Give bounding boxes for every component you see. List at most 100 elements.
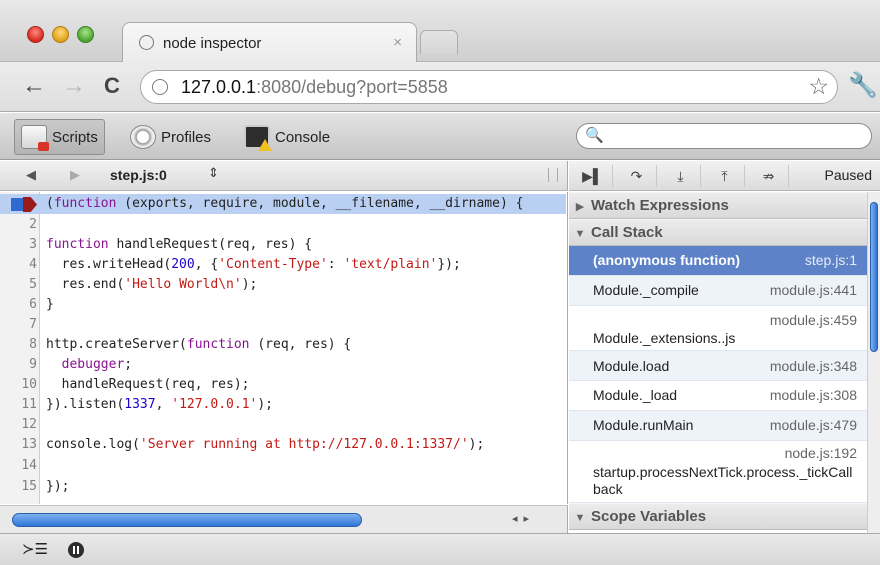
url-text[interactable]: 127.0.0.1:8080/debug?port=5858	[181, 77, 448, 98]
frame-location[interactable]: module.js:308	[770, 387, 857, 403]
frame-function-name: (anonymous function)	[593, 252, 740, 268]
history-forward-icon[interactable]: ▶	[70, 167, 80, 183]
new-tab-button[interactable]	[420, 30, 458, 54]
line-number[interactable]: 3	[0, 235, 37, 255]
call-stack-frame[interactable]: Module.load module.js:348	[569, 351, 867, 381]
code-text: handleRequest(req, res);	[46, 377, 250, 392]
scope-variables-header[interactable]: ▼ Scope Variables	[569, 503, 867, 530]
tab-title: node inspector	[163, 35, 262, 52]
code-text: debugger;	[61, 357, 133, 372]
code-line[interactable]: 4 res.writeHead(200, {'Content-Type': 't…	[0, 255, 566, 275]
frame-function-name: startup.processNextTick.process._tickCal…	[593, 464, 853, 497]
scrollbar-thumb[interactable]	[870, 202, 878, 352]
line-number[interactable]: 5	[0, 275, 37, 295]
deactivate-breakpoints-button[interactable]: ⇏	[749, 165, 789, 187]
line-number[interactable]: 6	[0, 295, 37, 315]
minimize-window-button[interactable]	[52, 26, 69, 43]
browser-tab[interactable]: node inspector ×	[122, 22, 417, 63]
call-stack-frame[interactable]: (anonymous function) step.js:1	[569, 246, 867, 276]
status-paused: Paused	[824, 167, 872, 183]
call-stack-frame[interactable]: Module._compile module.js:441	[569, 276, 867, 306]
pane-resize-handle[interactable]	[548, 168, 558, 182]
url-path: :8080/debug?port=5858	[256, 77, 448, 97]
line-number[interactable]: 9	[0, 355, 37, 375]
code-line[interactable]: 2	[0, 215, 566, 235]
expanded-triangle-icon: ▼	[574, 228, 586, 240]
devtools-search-input[interactable]: 🔍	[576, 123, 872, 149]
line-number[interactable]: 13	[0, 435, 37, 455]
frame-location[interactable]: module.js:459	[770, 312, 857, 328]
tab-scripts[interactable]: Scripts	[14, 119, 105, 155]
call-stack-frame[interactable]: Module._extensions..js module.js:459	[569, 306, 867, 351]
code-line[interactable]: 9 debugger;	[0, 355, 566, 375]
code-line[interactable]: 10 handleRequest(req, res);	[0, 375, 566, 395]
call-stack-frame[interactable]: Module.runMain module.js:479	[569, 411, 867, 441]
line-number[interactable]: 12	[0, 415, 37, 435]
watch-expressions-header[interactable]: ▶ Watch Expressions	[569, 192, 867, 219]
resume-button[interactable]: ▶▌	[573, 165, 613, 187]
code-line[interactable]: 3 function handleRequest(req, res) {	[0, 235, 566, 255]
source-code-view[interactable]: 1(function (exports, require, module, __…	[0, 192, 568, 504]
scrollbar-thumb[interactable]	[12, 513, 362, 527]
line-number[interactable]: 8	[0, 335, 37, 355]
line-number[interactable]: 14	[0, 456, 37, 476]
reload-icon[interactable]: C	[104, 72, 120, 100]
tab-scripts-label: Scripts	[52, 128, 98, 146]
code-line[interactable]: 13 console.log('Server running at http://…	[0, 435, 566, 455]
code-text: }).listen(1337, '127.0.0.1');	[46, 397, 273, 412]
address-bar[interactable]: 127.0.0.1:8080/debug?port=5858 ☆	[140, 70, 838, 104]
call-stack-header[interactable]: ▼ Call Stack	[569, 219, 867, 246]
code-line[interactable]: 1(function (exports, require, module, __…	[0, 194, 566, 214]
line-number[interactable]: 10	[0, 375, 37, 395]
tab-console-label: Console	[275, 128, 331, 146]
console-toggle-icon[interactable]: ≻☰	[22, 540, 48, 558]
breakpoint-marker-icon[interactable]	[11, 198, 23, 211]
sidebar-vertical-scrollbar[interactable]	[867, 192, 880, 533]
bookmark-star-icon[interactable]: ☆	[808, 73, 829, 100]
code-line[interactable]: 8 http.createServer(function (req, res) {	[0, 335, 566, 355]
pause-on-exceptions-icon[interactable]	[68, 542, 84, 558]
code-line[interactable]: 12	[0, 415, 566, 435]
scroll-arrow-buttons[interactable]: ◂▸	[512, 512, 535, 525]
frame-location[interactable]: module.js:441	[770, 282, 857, 298]
back-arrow-icon[interactable]: ←	[22, 72, 46, 100]
tab-console[interactable]: Console	[244, 119, 330, 155]
code-line[interactable]: 15});	[0, 477, 566, 497]
code-text: }	[46, 297, 54, 312]
call-stack-frame[interactable]: Module._load module.js:308	[569, 381, 867, 411]
zoom-window-button[interactable]	[77, 26, 94, 43]
tab-close-icon[interactable]: ×	[393, 34, 402, 51]
wrench-icon[interactable]: 🔧	[848, 71, 878, 100]
forward-arrow-icon[interactable]: →	[62, 72, 86, 100]
history-back-icon[interactable]: ◀	[26, 167, 36, 183]
window-titlebar: node inspector ×	[0, 0, 880, 63]
frame-location[interactable]: node.js:192	[785, 445, 857, 461]
script-select-chevron-icon[interactable]: ⇕	[208, 165, 219, 181]
tab-profiles[interactable]: Profiles	[130, 119, 211, 155]
step-over-button[interactable]: ↷	[617, 165, 657, 187]
script-select[interactable]: step.js:0	[110, 167, 167, 183]
step-out-button[interactable]: ⤒	[705, 165, 745, 187]
code-text: (function (exports, require, module, __f…	[46, 196, 524, 211]
line-number[interactable]: 4	[0, 255, 37, 275]
step-into-button[interactable]: ⤓	[661, 165, 701, 187]
code-line[interactable]: 6}	[0, 295, 566, 315]
code-line[interactable]: 7	[0, 315, 566, 335]
line-number[interactable]: 15	[0, 477, 37, 497]
code-line[interactable]: 14	[0, 456, 566, 476]
code-line[interactable]: 5 res.end('Hello World\n');	[0, 275, 566, 295]
frame-location[interactable]: module.js:479	[770, 417, 857, 433]
code-line[interactable]: 11 }).listen(1337, '127.0.0.1');	[0, 395, 566, 415]
page-info-icon[interactable]	[152, 79, 168, 95]
line-number[interactable]: 7	[0, 315, 37, 335]
line-number[interactable]: 11	[0, 395, 37, 415]
close-window-button[interactable]	[27, 26, 44, 43]
code-text: http.createServer(function (req, res) {	[46, 337, 352, 352]
source-horizontal-scrollbar[interactable]: ◂▸	[0, 505, 568, 533]
call-stack-frame[interactable]: startup.processNextTick.process._tickCal…	[569, 441, 867, 503]
frame-location[interactable]: step.js:1	[805, 252, 857, 268]
devtools-statusbar: ≻☰	[0, 533, 880, 565]
line-number[interactable]: 2	[0, 215, 37, 235]
frame-function-name: Module.load	[593, 358, 670, 374]
frame-location[interactable]: module.js:348	[770, 358, 857, 374]
